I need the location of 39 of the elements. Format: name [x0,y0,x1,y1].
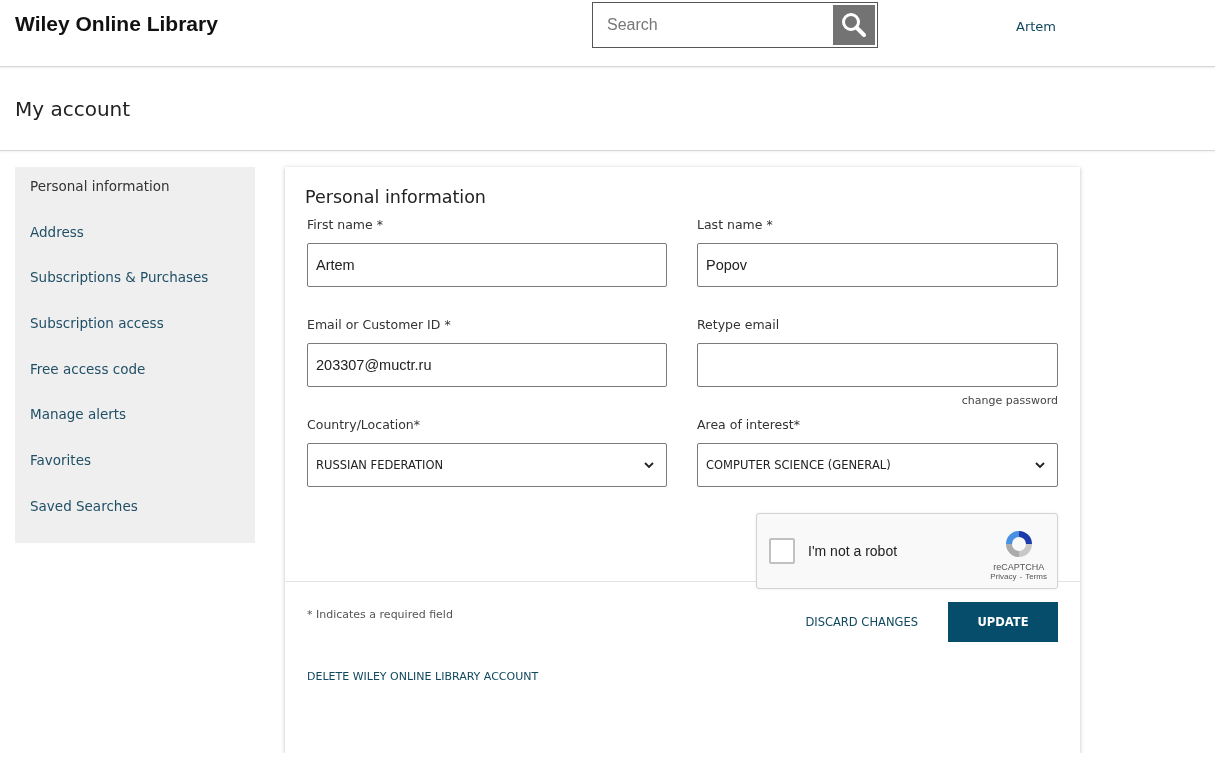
required-note: * Indicates a required field [307,608,453,621]
field-label: Last name * [697,217,774,232]
sidebar-item[interactable]: Subscriptions & Purchases [15,263,255,310]
field-label: First name * [307,217,384,232]
text-field[interactable]: Popov [697,243,1058,287]
search-button[interactable] [833,5,875,45]
sidebar-item[interactable]: Saved Searches [15,491,255,538]
user-link[interactable]: Artem [1016,19,1056,34]
captcha-label: I'm not a robot [808,543,899,559]
dropdown-field[interactable]: RUSSIAN FEDERATION [307,443,667,487]
field-label: Country/Location* [307,417,421,432]
chevron-down-icon [1035,461,1045,469]
link-separator: - [1019,571,1023,581]
sidebar-item[interactable]: Favorites [15,446,255,492]
field-label: Email or Customer ID * [307,317,452,332]
captcha-brand: reCAPTCHA [993,561,1045,572]
sidebar-item[interactable]: Subscription access [15,309,255,355]
text-field[interactable]: Artem [307,243,667,287]
change-password-link[interactable]: change password [961,394,1058,407]
text-field[interactable]: 203307@muctr.ru [307,343,667,387]
privacy-link[interactable]: Privacy [990,571,1017,581]
text-field[interactable] [697,343,1058,387]
terms-link[interactable]: Terms [1025,571,1047,581]
delete-account-link[interactable]: DELETE WILEY ONLINE LIBRARY ACCOUNT [307,670,539,683]
update-button[interactable]: UPDATE [948,602,1058,642]
sidebar-item[interactable]: Manage alerts [15,400,255,447]
discard-button[interactable]: DISCARD CHANGES [805,615,918,629]
sidebar-item[interactable]: Personal information [15,172,255,218]
site-logo[interactable]: Wiley Online Library [15,12,592,36]
sidebar-item[interactable]: Address [15,217,255,264]
search-icon [841,12,867,38]
captcha-checkbox[interactable] [769,538,795,564]
sidebar-item[interactable]: Free access code [15,354,255,401]
field-label: Retype email [697,317,781,332]
dropdown-field[interactable]: COMPUTER SCIENCE (GENERAL) [697,443,1058,487]
field-label: Area of interest* [697,417,801,432]
form-title: Personal information [305,187,487,207]
page-title: My account [15,96,131,121]
chevron-down-icon [644,461,654,469]
